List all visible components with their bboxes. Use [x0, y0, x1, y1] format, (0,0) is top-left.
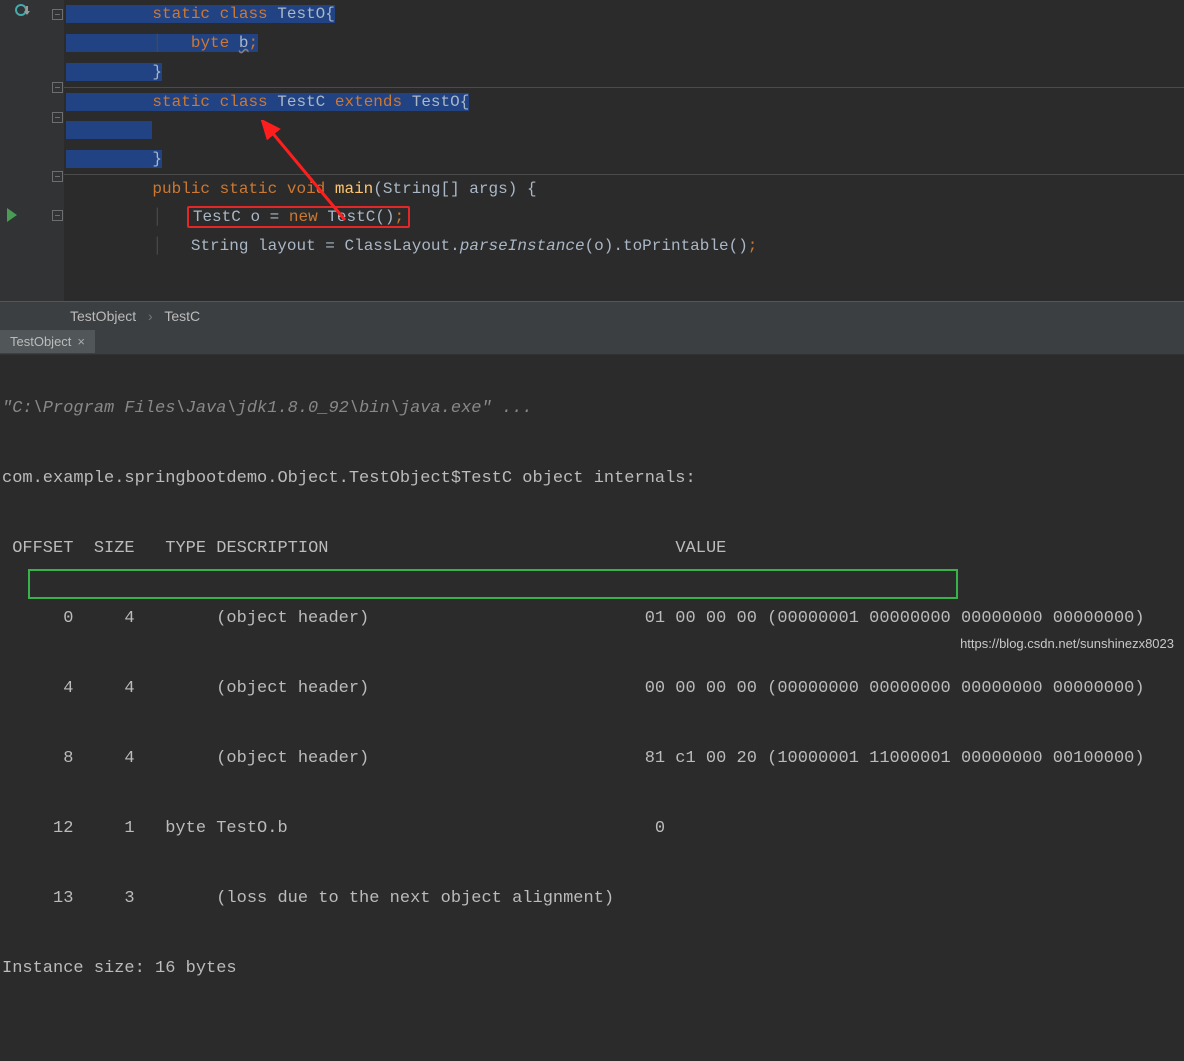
console-output[interactable]: "C:\Program Files\Java\jdk1.8.0_92\bin\j… [0, 355, 1184, 659]
code-editor[interactable]: static class TestO{ │ byte b; } static c… [0, 0, 1184, 330]
run-line-icon[interactable] [7, 208, 17, 222]
table-row: 4 4 (object header) 00 00 00 00 (0000000… [0, 673, 1184, 705]
run-tool-window[interactable]: TestObject × "C:\Program Files\Java\jdk1.… [0, 330, 1184, 659]
code-line[interactable]: static class TestO{ [64, 0, 1184, 29]
code-line[interactable]: │ byte b; [64, 29, 1184, 58]
code-line[interactable] [64, 116, 1184, 145]
code-line[interactable]: } [64, 145, 1184, 174]
run-tab[interactable]: TestObject × [0, 330, 95, 353]
table-row: 13 3 (loss due to the next object alignm… [0, 883, 1184, 915]
run-tab-bar[interactable]: TestObject × [0, 330, 1184, 355]
code-line[interactable]: │ String layout = ClassLayout.parseInsta… [64, 232, 1184, 261]
code-line[interactable]: } [64, 58, 1184, 87]
console-line: OFFSET SIZE TYPE DESCRIPTION VALUE [0, 533, 1184, 565]
fold-toggle-icon[interactable] [52, 171, 63, 182]
run-tab-label: TestObject [10, 334, 71, 349]
fold-toggle-icon[interactable] [52, 9, 63, 20]
fold-strip[interactable] [50, 0, 64, 330]
table-row: 12 1 byte TestO.b 0 [0, 813, 1184, 845]
code-line[interactable]: static class TestC extends TestO{ [64, 87, 1184, 116]
code-area[interactable]: static class TestO{ │ byte b; } static c… [64, 0, 1184, 293]
console-line: Instance size: 16 bytes [0, 953, 1184, 985]
breadcrumb-separator: › [148, 308, 153, 324]
watermark: https://blog.csdn.net/sunshinezx8023 [960, 636, 1174, 651]
breadcrumb-item[interactable]: TestObject [70, 308, 136, 324]
console-line: "C:\Program Files\Java\jdk1.8.0_92\bin\j… [0, 393, 1184, 425]
overrides-icon [14, 3, 32, 21]
fold-toggle-icon[interactable] [52, 210, 63, 221]
table-row: 0 4 (object header) 01 00 00 00 (0000000… [0, 603, 1184, 635]
fold-toggle-icon[interactable] [52, 112, 63, 123]
close-icon[interactable]: × [77, 334, 85, 349]
line-gutter [0, 0, 50, 330]
code-line[interactable]: public static void main(String[] args) { [64, 174, 1184, 203]
table-row: 8 4 (object header) 81 c1 00 20 (1000000… [0, 743, 1184, 775]
breadcrumb-item[interactable]: TestC [164, 308, 200, 324]
code-line[interactable]: │ TestC o = new TestC(); [64, 203, 1184, 232]
breadcrumb[interactable]: TestObject › TestC [0, 301, 1184, 330]
fold-toggle-icon[interactable] [52, 82, 63, 93]
annotation-highlight [28, 569, 958, 599]
console-line: com.example.springbootdemo.Object.TestOb… [0, 463, 1184, 495]
